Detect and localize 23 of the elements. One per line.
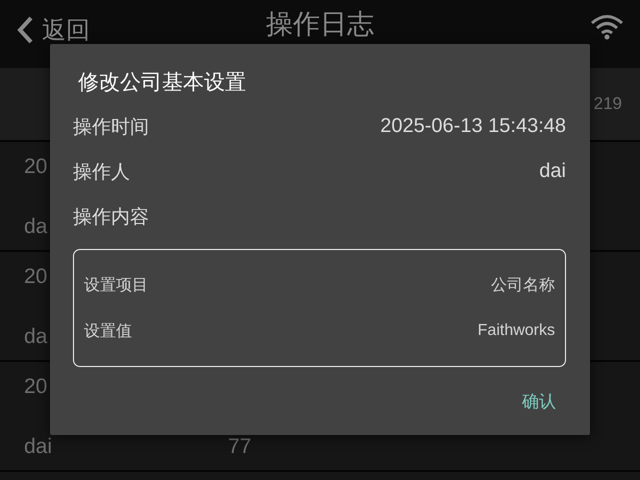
field-label: 操作时间 xyxy=(73,116,149,140)
log-operator: da xyxy=(24,214,48,240)
log-value: 77 xyxy=(228,434,252,460)
field-value: dai xyxy=(539,160,566,183)
confirm-button[interactable]: 确认 xyxy=(522,386,556,417)
log-operator: da xyxy=(24,324,48,350)
back-button[interactable]: 返回 xyxy=(16,14,90,46)
field-value: 2025-06-13 15:43:48 xyxy=(380,115,566,138)
setting-label: 设置项目 xyxy=(84,276,148,296)
content-label: 操作内容 xyxy=(73,206,149,230)
setting-value: Faithworks xyxy=(478,322,555,340)
field-label: 操作人 xyxy=(73,160,130,184)
record-count: 219 xyxy=(594,94,622,114)
log-time: 20 xyxy=(24,374,48,400)
log-time: 20 xyxy=(24,264,48,290)
log-time: 20 xyxy=(24,154,48,180)
dialog-title: 修改公司基本设置 xyxy=(78,70,247,96)
page-title: 操作日志 xyxy=(266,8,374,40)
wifi-icon xyxy=(590,14,624,40)
setting-label: 设置值 xyxy=(84,322,132,342)
setting-value: 公司名称 xyxy=(491,276,555,296)
back-icon xyxy=(16,15,34,45)
log-operator: dai xyxy=(24,434,52,460)
